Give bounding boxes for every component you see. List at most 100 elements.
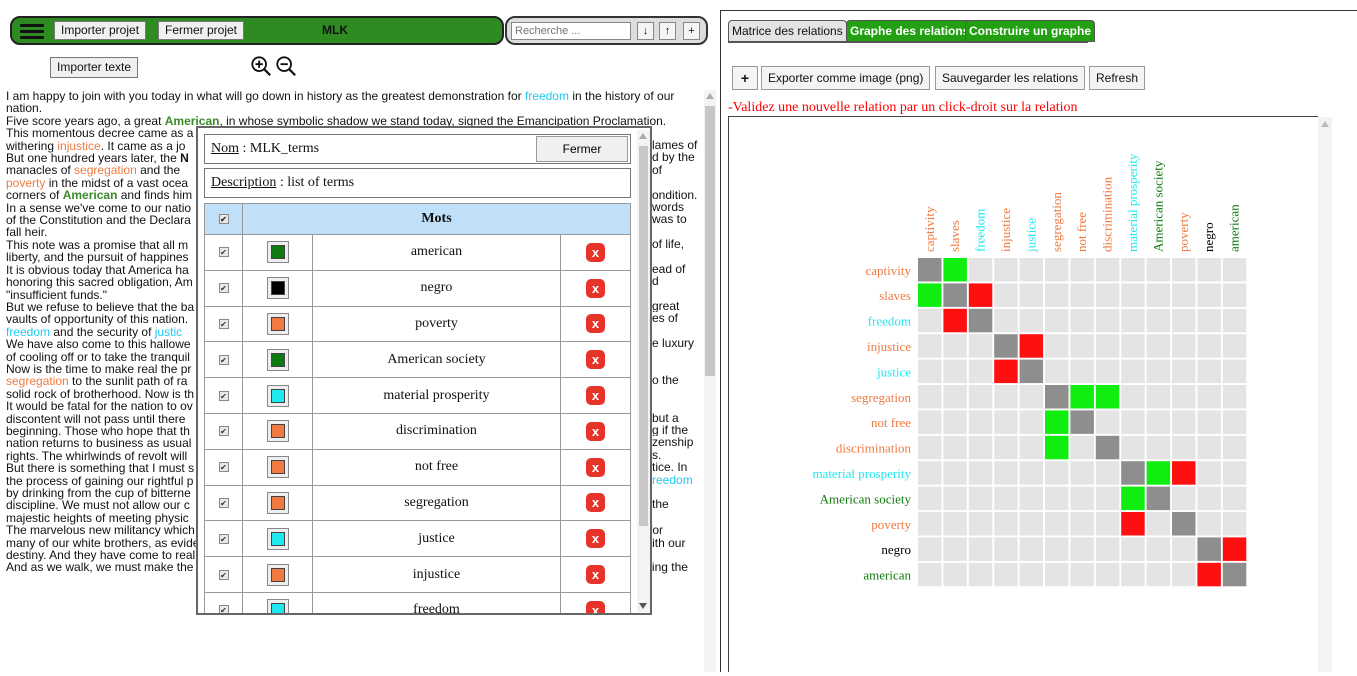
matrix-cell[interactable] xyxy=(1019,359,1044,384)
term-checkbox[interactable]: ✔ xyxy=(218,497,229,508)
matrix-cell[interactable] xyxy=(1146,562,1171,587)
matrix-cell[interactable] xyxy=(1070,486,1094,511)
search-add-button[interactable]: + xyxy=(683,22,700,40)
matrix-cell[interactable] xyxy=(1121,486,1145,511)
term-color-picker[interactable] xyxy=(266,384,289,407)
term-checkbox[interactable]: ✔ xyxy=(218,605,229,613)
matrix-cell[interactable] xyxy=(1146,537,1171,561)
matrix-cell[interactable] xyxy=(943,562,967,587)
tab-build-graph[interactable]: Construire un graphe xyxy=(965,20,1096,42)
scroll-up-icon[interactable] xyxy=(639,133,647,139)
matrix-cell[interactable] xyxy=(918,258,942,282)
matrix-cell[interactable] xyxy=(943,461,967,485)
matrix-cell[interactable] xyxy=(1146,512,1171,536)
matrix-cell[interactable] xyxy=(943,385,967,409)
matrix-cell[interactable] xyxy=(1121,435,1145,460)
term-color-picker[interactable] xyxy=(266,491,289,514)
matrix-cell[interactable] xyxy=(1095,562,1120,587)
matrix-cell[interactable] xyxy=(1095,537,1120,561)
matrix-cell[interactable] xyxy=(1070,283,1094,307)
matrix-cell[interactable] xyxy=(1222,435,1247,460)
matrix-cell[interactable] xyxy=(1121,385,1145,409)
matrix-cell[interactable] xyxy=(1019,537,1044,561)
refresh-button[interactable]: Refresh xyxy=(1089,66,1146,90)
matrix-cell[interactable] xyxy=(1172,258,1196,282)
matrix-cell[interactable] xyxy=(994,359,1018,384)
matrix-cell[interactable] xyxy=(968,537,993,561)
matrix-cell[interactable] xyxy=(994,283,1018,307)
matrix-cell[interactable] xyxy=(1121,512,1145,536)
matrix-cell[interactable] xyxy=(968,435,993,460)
matrix-cell[interactable] xyxy=(1222,410,1247,434)
matrix-cell[interactable] xyxy=(1197,410,1221,434)
matrix-cell[interactable] xyxy=(1146,410,1171,434)
matrix-cell[interactable] xyxy=(943,537,967,561)
matrix-cell[interactable] xyxy=(1045,359,1069,384)
term-checkbox[interactable]: ✔ xyxy=(218,390,229,401)
matrix-cell[interactable] xyxy=(1045,537,1069,561)
matrix-cell[interactable] xyxy=(918,385,942,409)
matrix-cell[interactable] xyxy=(1070,435,1094,460)
text-scrollbar[interactable] xyxy=(704,90,716,672)
menu-icon[interactable] xyxy=(20,24,44,39)
matrix-cell[interactable] xyxy=(1172,461,1196,485)
matrix-cell[interactable] xyxy=(1070,258,1094,282)
matrix-cell[interactable] xyxy=(918,334,942,358)
term-color-picker[interactable] xyxy=(266,420,289,443)
matrix-cell[interactable] xyxy=(994,308,1018,333)
zoom-in-icon[interactable] xyxy=(250,55,272,77)
matrix-cell[interactable] xyxy=(1070,562,1094,587)
matrix-cell[interactable] xyxy=(1172,435,1196,460)
delete-term-icon[interactable]: x xyxy=(586,493,605,513)
matrix-cell[interactable] xyxy=(968,258,993,282)
matrix-cell[interactable] xyxy=(1019,461,1044,485)
term-color-picker[interactable] xyxy=(266,527,289,550)
matrix-cell[interactable] xyxy=(1019,258,1044,282)
matrix-cell[interactable] xyxy=(994,537,1018,561)
matrix-cell[interactable] xyxy=(1172,308,1196,333)
matrix-cell[interactable] xyxy=(918,410,942,434)
matrix-cell[interactable] xyxy=(1197,385,1221,409)
matrix-cell[interactable] xyxy=(1019,334,1044,358)
matrix-cell[interactable] xyxy=(1146,283,1171,307)
matrix-cell[interactable] xyxy=(1197,308,1221,333)
delete-term-icon[interactable]: x xyxy=(586,314,605,334)
matrix-cell[interactable] xyxy=(943,359,967,384)
matrix-cell[interactable] xyxy=(1019,435,1044,460)
matrix-cell[interactable] xyxy=(918,359,942,384)
matrix-cell[interactable] xyxy=(1197,537,1221,561)
scroll-down-icon[interactable] xyxy=(639,603,647,609)
matrix-cell[interactable] xyxy=(1019,308,1044,333)
matrix-cell[interactable] xyxy=(1070,334,1094,358)
matrix-cell[interactable] xyxy=(994,461,1018,485)
matrix-cell[interactable] xyxy=(943,435,967,460)
matrix-cell[interactable] xyxy=(1121,308,1145,333)
delete-term-icon[interactable]: x xyxy=(586,278,605,298)
matrix-cell[interactable] xyxy=(994,410,1018,434)
matrix-cell[interactable] xyxy=(1222,562,1247,587)
matrix-cell[interactable] xyxy=(1197,359,1221,384)
matrix-cell[interactable] xyxy=(1045,258,1069,282)
matrix-cell[interactable] xyxy=(1222,486,1247,511)
matrix-cell[interactable] xyxy=(1197,258,1221,282)
matrix-cell[interactable] xyxy=(943,512,967,536)
matrix-cell[interactable] xyxy=(1070,461,1094,485)
matrix-cell[interactable] xyxy=(1222,308,1247,333)
matrix-cell[interactable] xyxy=(968,562,993,587)
matrix-cell[interactable] xyxy=(1197,435,1221,460)
matrix-cell[interactable] xyxy=(1095,486,1120,511)
matrix-cell[interactable] xyxy=(968,385,993,409)
term-checkbox[interactable]: ✔ xyxy=(218,569,229,580)
matrix-cell[interactable] xyxy=(1121,359,1145,384)
matrix-cell[interactable] xyxy=(1019,410,1044,434)
matrix-cell[interactable] xyxy=(1045,562,1069,587)
term-color-picker[interactable] xyxy=(266,277,289,300)
matrix-cell[interactable] xyxy=(1045,461,1069,485)
matrix-cell[interactable] xyxy=(994,486,1018,511)
matrix-cell[interactable] xyxy=(1197,562,1221,587)
delete-term-icon[interactable]: x xyxy=(586,600,605,613)
term-checkbox[interactable]: ✔ xyxy=(218,318,229,329)
matrix-cell[interactable] xyxy=(1070,308,1094,333)
matrix-cell[interactable] xyxy=(1121,537,1145,561)
matrix-cell[interactable] xyxy=(1095,283,1120,307)
